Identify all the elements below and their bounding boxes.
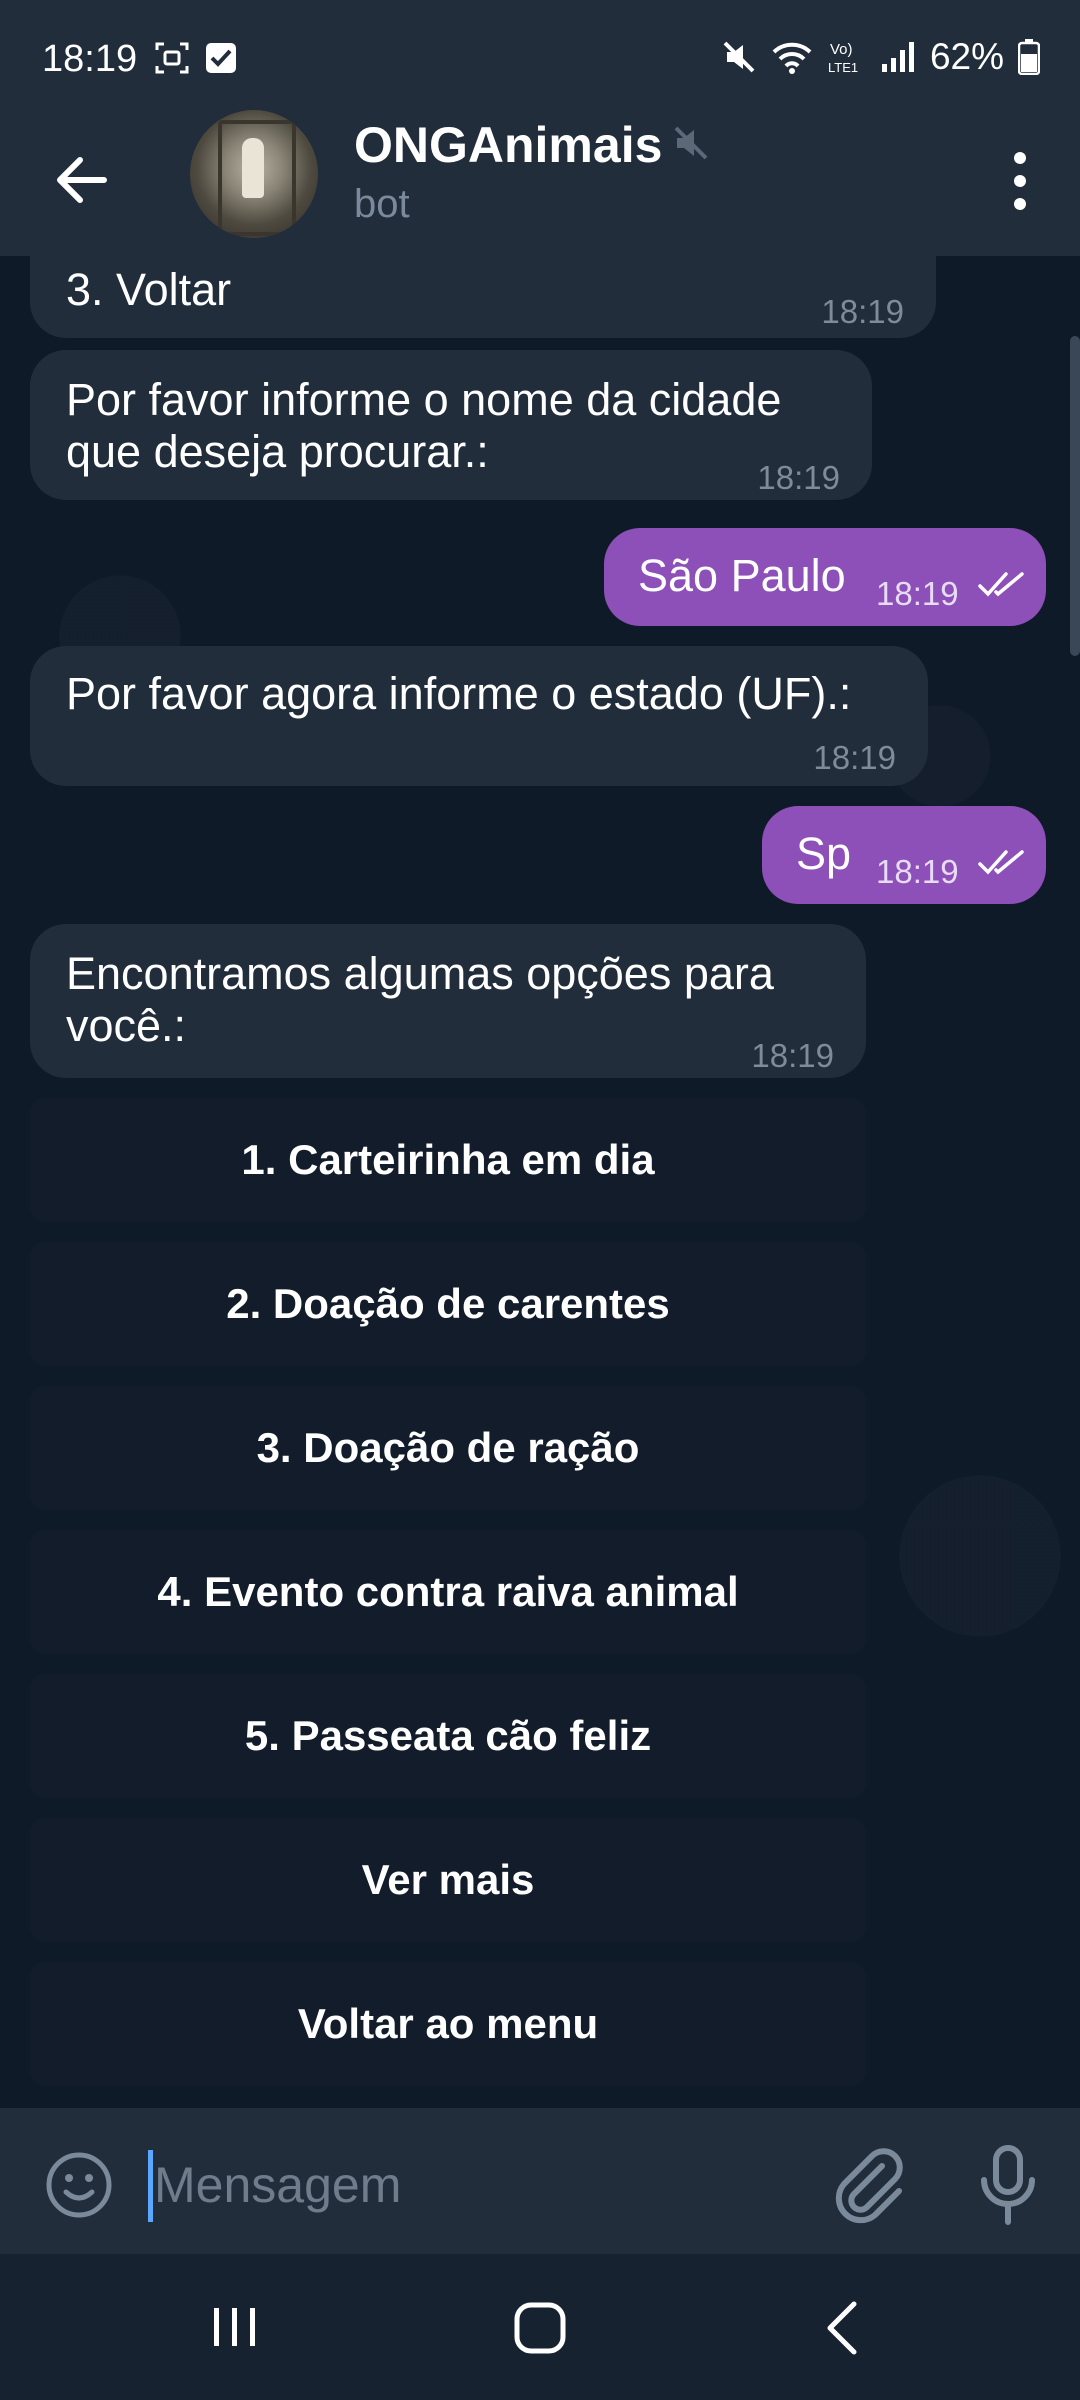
message-text: Por favor agora informe o estado (UF).:: [66, 668, 852, 719]
double-check-icon: [978, 572, 1024, 597]
double-check-icon: [978, 850, 1024, 875]
signal-icon: [881, 42, 914, 72]
message-line: que deseja procurar.:: [66, 426, 489, 477]
status-bar: 18:19 Vo) LTE1 62%: [0, 0, 1080, 122]
battery-icon: [1018, 39, 1040, 75]
message-time: 18:19: [813, 739, 896, 776]
status-right: Vo) LTE1 62%: [722, 36, 1040, 78]
recent-apps-icon[interactable]: [210, 2302, 260, 2352]
message-text: São Paulo: [638, 550, 846, 601]
message-time: 18:19: [757, 459, 840, 496]
checkbox-icon: [206, 43, 236, 73]
keyboard-option-2[interactable]: 2. Doação de carentes: [30, 1242, 866, 1366]
message-incoming[interactable]: Por favor agora informe o estado (UF).: …: [30, 646, 928, 786]
keyboard-option-4[interactable]: 4. Evento contra raiva animal: [30, 1530, 866, 1654]
chat-header: ONGAnimais bot: [0, 110, 1080, 256]
emoji-icon[interactable]: [44, 2150, 114, 2220]
message-time: 18:19: [876, 853, 959, 890]
message-text: 3. Voltar: [66, 264, 232, 315]
avatar[interactable]: [190, 110, 318, 238]
mute-status-icon: [723, 41, 755, 73]
keyboard-option-5[interactable]: 5. Passeata cão feliz: [30, 1674, 866, 1798]
keyboard-back-to-menu[interactable]: Voltar ao menu: [30, 1962, 866, 2086]
message-input[interactable]: [152, 2144, 796, 2226]
svg-text:Vo): Vo): [830, 41, 853, 58]
nav-back-icon[interactable]: [822, 2298, 862, 2358]
back-arrow-icon[interactable]: [50, 148, 114, 212]
message-line: Por favor informe o nome da cidade: [66, 374, 782, 425]
attach-icon[interactable]: [830, 2144, 904, 2226]
battery-percent: 62%: [929, 36, 1004, 77]
message-text: Sp: [796, 828, 852, 879]
message-line: você.:: [66, 1000, 187, 1051]
keyboard-option-1[interactable]: 1. Carteirinha em dia: [30, 1098, 866, 1222]
chat-title[interactable]: ONGAnimais: [354, 116, 662, 174]
home-icon[interactable]: [512, 2300, 568, 2356]
chat-subtitle: bot: [354, 182, 410, 226]
message-time: 18:19: [821, 293, 904, 330]
message-input-bar: [0, 2108, 1080, 2254]
message-outgoing[interactable]: São Paulo 18:19: [604, 528, 1046, 626]
screenshot-icon: [155, 42, 189, 74]
muted-chat-icon: [674, 126, 708, 160]
message-time: 18:19: [876, 575, 959, 612]
scrollbar[interactable]: [1070, 336, 1080, 656]
chat-area[interactable]: 3. Voltar 18:19 Por favor informe o nome…: [0, 256, 1080, 2108]
status-time: 18:19: [42, 38, 138, 80]
message-incoming[interactable]: Por favor informe o nome da cidade que d…: [30, 350, 872, 500]
message-outgoing[interactable]: Sp 18:19: [762, 806, 1046, 904]
keyboard-see-more[interactable]: Ver mais: [30, 1818, 866, 1942]
message-time: 18:19: [751, 1037, 834, 1074]
microphone-icon[interactable]: [976, 2144, 1040, 2226]
more-options-icon[interactable]: [1000, 146, 1040, 216]
system-navigation-bar: [0, 2254, 1080, 2400]
message-incoming[interactable]: Encontramos algumas opções para você.: 1…: [30, 924, 866, 1078]
message-line: Encontramos algumas opções para: [66, 948, 774, 999]
wifi-icon: [772, 42, 812, 74]
keyboard-option-3[interactable]: 3. Doação de ração: [30, 1386, 866, 1510]
svg-text:LTE1: LTE1: [828, 60, 858, 75]
volte-icon: Vo) LTE1: [828, 41, 858, 75]
message-incoming[interactable]: 3. Voltar 18:19: [30, 256, 936, 338]
